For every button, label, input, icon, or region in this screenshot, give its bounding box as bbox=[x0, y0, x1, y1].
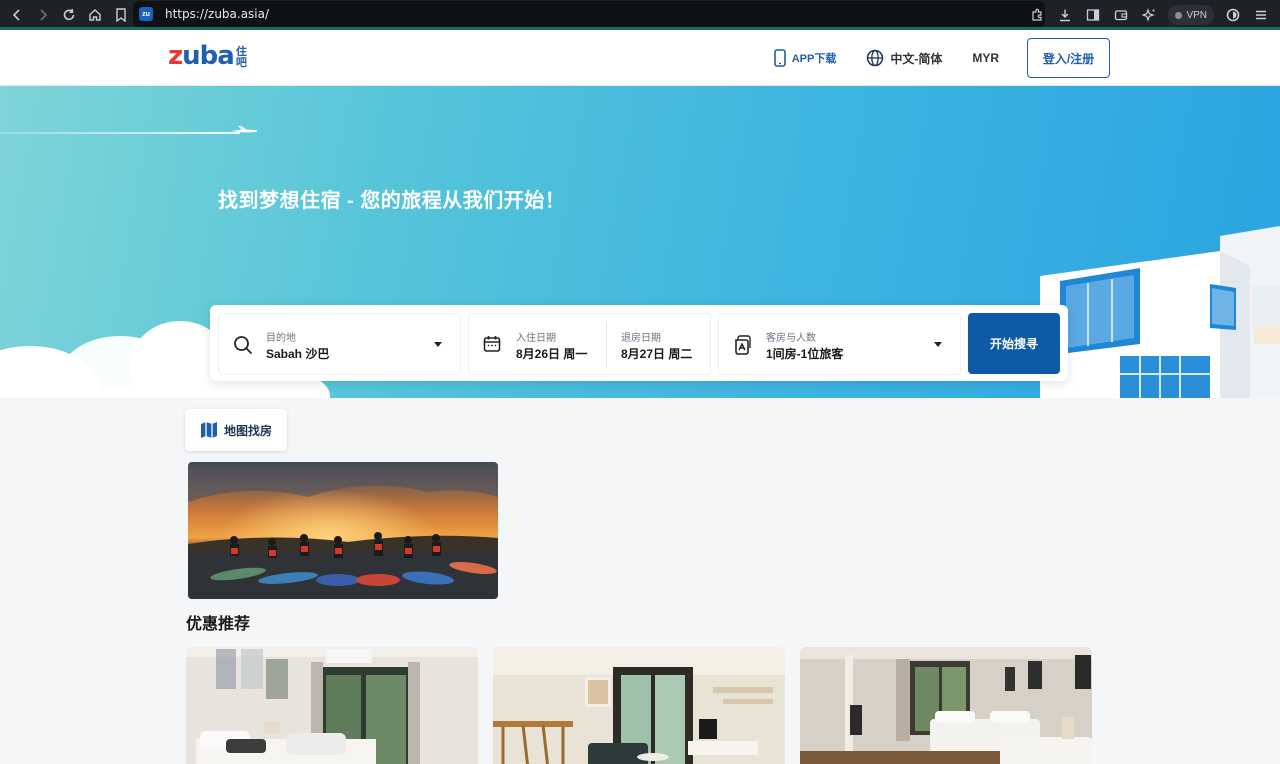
reload-icon[interactable] bbox=[56, 2, 82, 28]
search-icon bbox=[234, 336, 253, 355]
zuba-logo[interactable]: zuba 住吧 bbox=[168, 43, 248, 69]
destination-field[interactable]: 目的地 Sabah 沙巴 bbox=[218, 313, 461, 375]
home-icon[interactable] bbox=[82, 2, 108, 28]
listing-card-image[interactable] bbox=[800, 647, 1092, 764]
download-icon[interactable] bbox=[1052, 2, 1078, 28]
menu-icon[interactable] bbox=[1248, 2, 1274, 28]
destination-dropdown-icon[interactable] bbox=[434, 342, 442, 347]
app-download-label: APP下载 bbox=[791, 53, 837, 65]
wallet-icon[interactable] bbox=[1108, 2, 1134, 28]
header-nav: APP下载 中文-简体 MYR 登入/注册 bbox=[744, 38, 1110, 78]
login-register-button[interactable]: 登入/注册 bbox=[1027, 38, 1110, 78]
checkin-label: 入住日期 bbox=[516, 333, 556, 344]
vpn-label: VPN bbox=[1186, 9, 1207, 21]
checkout-label: 退房日期 bbox=[621, 333, 661, 344]
map-search-label: 地图找房 bbox=[223, 423, 272, 438]
bookmark-icon[interactable] bbox=[108, 2, 134, 28]
logo-wordmark: zuba bbox=[168, 41, 235, 71]
logo-rest: uba bbox=[182, 41, 235, 71]
date-field[interactable]: 入住日期 8月26日 周一 退房日期 8月27日 周二 bbox=[468, 313, 711, 375]
browser-toolbar: zu https://zuba.asia/ VPN bbox=[0, 0, 1280, 30]
building-illustration bbox=[1040, 226, 1280, 398]
destination-label: 目的地 bbox=[266, 333, 296, 344]
address-bar[interactable]: zu https://zuba.asia/ bbox=[133, 1, 1045, 27]
hero-title: 找到梦想住宿 - 您的旅程从我们开始！ bbox=[218, 190, 566, 212]
forward-icon[interactable] bbox=[30, 2, 56, 28]
plane-trail bbox=[0, 132, 240, 134]
promo-banner-image[interactable] bbox=[188, 462, 498, 599]
currency-label: MYR bbox=[972, 51, 999, 65]
checkin-value[interactable]: 8月26日 周一 bbox=[516, 345, 587, 362]
url-text[interactable]: https://zuba.asia/ bbox=[165, 7, 269, 21]
checkout-value[interactable]: 8月27日 周二 bbox=[621, 345, 692, 362]
extensions-icon[interactable] bbox=[1024, 2, 1050, 28]
browser-nav bbox=[0, 2, 134, 28]
listing-card-image[interactable] bbox=[493, 647, 785, 764]
language-selector[interactable]: 中文-简体 bbox=[866, 49, 942, 67]
guests-field[interactable]: 客房与人数 1间房-1位旅客 bbox=[718, 313, 961, 375]
map-icon bbox=[200, 422, 217, 438]
logo-letter-z: z bbox=[168, 41, 183, 71]
language-label: 中文-简体 bbox=[890, 51, 943, 66]
ai-icon[interactable] bbox=[1136, 2, 1162, 28]
profile-icon[interactable] bbox=[1220, 2, 1246, 28]
room-guests-icon bbox=[735, 335, 751, 355]
app-download-link[interactable]: APP下载 bbox=[773, 49, 837, 67]
vpn-badge[interactable]: VPN bbox=[1168, 5, 1214, 25]
destination-value: Sabah 沙巴 bbox=[266, 347, 330, 361]
recommended-section-title: 优惠推荐 bbox=[186, 616, 251, 633]
search-bar: 目的地 Sabah 沙巴 入住日期 8月26日 周一 退房日期 8月27日 周二… bbox=[210, 305, 1068, 381]
guests-value: 1间房-1位旅客 bbox=[766, 347, 844, 361]
guests-label: 客房与人数 bbox=[766, 333, 816, 344]
phone-icon bbox=[773, 49, 786, 67]
browser-actions: VPN bbox=[1024, 2, 1274, 28]
vpn-status-icon bbox=[1175, 11, 1183, 19]
currency-selector[interactable]: MYR bbox=[972, 51, 999, 65]
date-divider bbox=[606, 322, 607, 368]
airplane-icon bbox=[232, 126, 257, 133]
sidebar-icon[interactable] bbox=[1080, 2, 1106, 28]
logo-chinese: 住吧 bbox=[235, 46, 247, 69]
calendar-icon bbox=[483, 336, 501, 352]
site-header: zuba 住吧 APP下载 中文-简体 MYR 登入/注册 bbox=[0, 30, 1280, 86]
site-favicon: zu bbox=[139, 7, 153, 21]
listing-card-image[interactable] bbox=[186, 647, 478, 764]
start-search-button[interactable]: 开始搜寻 bbox=[968, 313, 1060, 374]
guests-dropdown-icon[interactable] bbox=[934, 342, 942, 347]
back-icon[interactable] bbox=[4, 2, 30, 28]
globe-icon bbox=[867, 49, 884, 67]
map-search-button[interactable]: 地图找房 bbox=[185, 409, 287, 451]
